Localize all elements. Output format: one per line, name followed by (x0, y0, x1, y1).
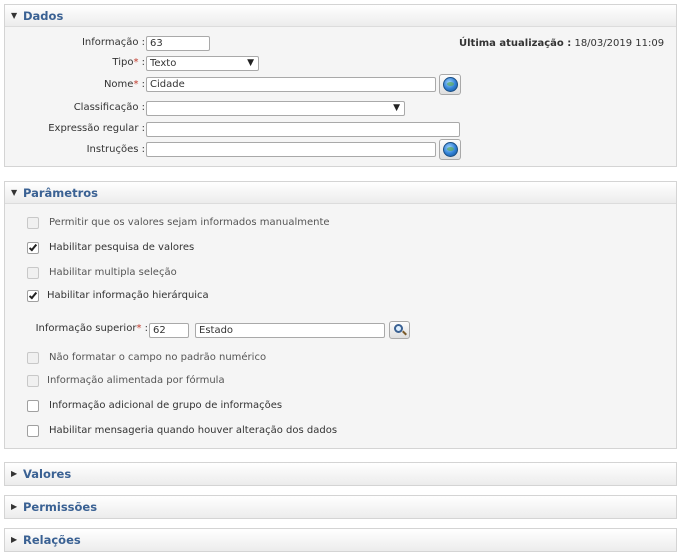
nome-label-text: Nome (103, 79, 134, 90)
panel-relacoes: ▶ Relações (4, 528, 677, 552)
option-label: Habilitar multipla seleção (49, 267, 177, 278)
required-mark: * (133, 57, 139, 68)
expressao-input[interactable] (146, 122, 460, 137)
option-label: Habilitar mensageria quando houver alter… (49, 425, 338, 436)
option-checkbox[interactable] (27, 352, 39, 364)
panel-dados-header[interactable]: ▼ Dados (5, 5, 676, 27)
tipo-colon: : (141, 57, 145, 68)
search-icon-handle (402, 330, 407, 336)
panel-parametros: ▼ Parâmetros Permitir que os valores seja… (4, 181, 677, 449)
globe-icon (443, 142, 458, 157)
panel-parametros-header[interactable]: ▼ Parâmetros (5, 182, 676, 204)
panel-valores-title: Valores (23, 467, 72, 481)
caret-right-icon: ▶ (11, 469, 18, 478)
expressao-label: Expressão regular : (48, 123, 145, 134)
instrucoes-translate-button[interactable] (439, 139, 461, 160)
nome-translate-button[interactable] (439, 74, 461, 95)
ultima-atualizacao-value: 18/03/2019 11:09 (574, 38, 665, 49)
option-label: Permitir que os valores sejam informados… (49, 217, 330, 228)
panel-relacoes-header[interactable]: ▶ Relações (5, 529, 676, 551)
dropdown-arrow-icon: ▼ (247, 58, 254, 68)
option-label: Habilitar informação hierárquica (47, 290, 209, 301)
nome-colon: : (141, 79, 145, 90)
classificacao-label: Classificação : (73, 102, 145, 113)
informacao-superior-name-input[interactable] (195, 323, 385, 338)
panel-parametros-title: Parâmetros (23, 186, 99, 200)
nome-input[interactable] (146, 77, 436, 92)
caret-right-icon: ▶ (11, 535, 18, 544)
option-checkbox[interactable] (27, 290, 39, 302)
caret-down-icon: ▼ (11, 11, 18, 20)
dropdown-arrow-icon: ▼ (393, 103, 400, 113)
panel-valores-header[interactable]: ▶ Valores (5, 463, 676, 485)
checkmark-icon (28, 242, 38, 252)
option-checkbox[interactable] (27, 242, 39, 254)
panel-relacoes-title: Relações (23, 533, 81, 547)
ultima-atualizacao-label: Última atualização : (459, 38, 572, 49)
option-checkbox[interactable] (27, 267, 39, 279)
panel-permissoes: ▶ Permissões (4, 495, 677, 519)
informacao-superior-search-button[interactable] (389, 321, 410, 339)
informacao-superior-text: Informação superior (35, 323, 137, 334)
option-checkbox[interactable] (27, 375, 39, 387)
required-mark: * (136, 323, 142, 334)
tipo-select-value: Texto (150, 58, 177, 69)
option-label: Habilitar pesquisa de valores (49, 242, 195, 253)
checkmark-icon (28, 290, 38, 300)
required-mark: * (133, 79, 139, 90)
panel-permissoes-title: Permissões (23, 500, 98, 514)
informacao-superior-code-input[interactable] (149, 323, 189, 338)
nome-label: Nome* : (45, 77, 145, 93)
informacao-label: Informação : (81, 37, 145, 48)
instrucoes-label: Instruções : (86, 144, 145, 155)
option-checkbox[interactable] (27, 400, 39, 412)
panel-dados-title: Dados (23, 9, 64, 23)
informacao-superior-colon: : (144, 323, 148, 334)
informacao-input[interactable] (146, 36, 210, 51)
globe-icon (443, 77, 458, 92)
panel-dados-body: Informação : Última atualização : 18/03/… (5, 27, 676, 166)
caret-down-icon: ▼ (11, 188, 18, 197)
option-label: Informação adicional de grupo de informa… (49, 400, 283, 411)
panel-permissoes-header[interactable]: ▶ Permissões (5, 496, 676, 518)
panel-parametros-body: Permitir que os valores sejam informados… (5, 204, 676, 448)
classificacao-select[interactable]: ▼ (146, 101, 405, 116)
option-label: Não formatar o campo no padrão numérico (49, 352, 267, 363)
tipo-label-text: Tipo (112, 57, 134, 68)
tipo-select[interactable]: Texto ▼ (146, 56, 259, 71)
option-checkbox[interactable] (27, 425, 39, 437)
caret-right-icon: ▶ (11, 502, 18, 511)
tipo-label: Tipo* : (45, 55, 145, 71)
panel-dados: ▼ Dados Informação : Última atualização :… (4, 4, 677, 167)
option-label: Informação alimentada por fórmula (47, 375, 225, 386)
informacao-superior-label: Informação superior* : (5, 321, 148, 337)
panel-valores: ▶ Valores (4, 462, 677, 486)
instrucoes-input[interactable] (146, 142, 436, 157)
ultima-atualizacao: Última atualização : 18/03/2019 11:09 (459, 36, 664, 52)
option-checkbox[interactable] (27, 217, 39, 229)
